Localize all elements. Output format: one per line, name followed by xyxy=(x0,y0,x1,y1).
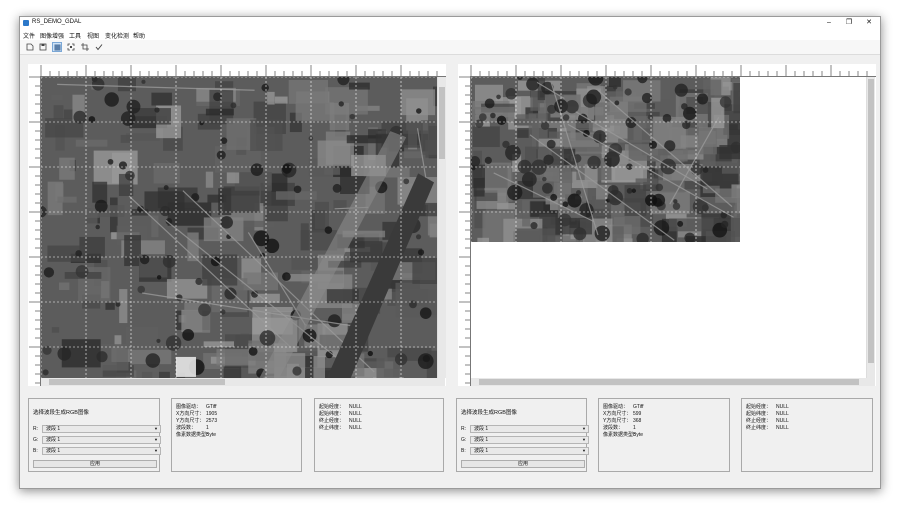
right-apply-button[interactable]: 应用 xyxy=(461,460,585,468)
app-window: RS_DEMO_GDAL – ❐ ✕ 文件 图像增强 工具 视图 变化检测 帮助 xyxy=(19,16,881,489)
maximize-icon[interactable]: ❐ xyxy=(840,18,858,28)
blue-label: B: xyxy=(461,448,466,454)
right-blue-band-select[interactable]: 波段 1 ▼ xyxy=(470,447,589,455)
window-title: RS_DEMO_GDAL xyxy=(32,19,82,25)
info-row: X方向尺寸： 599 xyxy=(603,411,642,417)
left-vertical-scrollbar[interactable] xyxy=(437,77,446,378)
left-rgb-panel: 选择波段生成RGB图像 R: 波段 1 ▼ G: 波段 1 ▼ B: 波段 1 ▼ 应… xyxy=(28,398,161,472)
right-red-band-select[interactable]: 波段 1 ▼ xyxy=(470,425,589,433)
app-icon xyxy=(23,20,29,26)
menu-view[interactable]: 视图 xyxy=(87,31,99,40)
chevron-down-icon: ▼ xyxy=(154,448,158,453)
right-vscroll-thumb[interactable] xyxy=(868,79,874,363)
minimize-icon[interactable]: – xyxy=(820,18,838,28)
right-top-ruler xyxy=(458,64,876,77)
coord-row: 终止经度： NULL xyxy=(746,418,789,424)
left-blue-row: B: 波段 1 ▼ xyxy=(33,447,161,455)
chevron-down-icon: ▼ xyxy=(154,426,158,431)
title-bar: RS_DEMO_GDAL – ❐ ✕ xyxy=(20,17,880,30)
info-row: 图像驱动： GTiff xyxy=(176,404,217,410)
green-label: G: xyxy=(461,437,467,443)
right-side-ruler xyxy=(458,76,471,386)
chevron-down-icon: ▼ xyxy=(582,448,586,453)
right-green-row: G: 波段 1 ▼ xyxy=(461,436,589,444)
left-side-ruler xyxy=(28,76,41,386)
right-red-row: R: 波段 1 ▼ xyxy=(461,425,589,433)
left-satellite-image xyxy=(41,77,438,378)
check-icon[interactable] xyxy=(94,42,104,52)
left-red-band-select[interactable]: 波段 1 ▼ xyxy=(42,425,161,433)
right-horizontal-scrollbar[interactable] xyxy=(471,378,875,386)
coord-row: 起始经度： NULL xyxy=(746,404,789,410)
info-row: X方向尺寸： 1905 xyxy=(176,411,218,417)
right-hscroll-thumb[interactable] xyxy=(479,379,859,385)
open-file-icon[interactable] xyxy=(25,42,35,52)
menu-help[interactable]: 帮助 xyxy=(133,31,145,40)
red-label: R: xyxy=(461,426,466,432)
coord-row: 终止经度： NULL xyxy=(319,418,362,424)
toolbar xyxy=(20,40,880,55)
left-rgb-title: 选择波段生成RGB图像 xyxy=(33,410,89,416)
left-green-row: G: 波段 1 ▼ xyxy=(33,436,161,444)
left-vscroll-thumb[interactable] xyxy=(439,87,445,159)
crop-icon[interactable] xyxy=(80,42,90,52)
menu-bar: 文件 图像增强 工具 视图 变化检测 帮助 xyxy=(20,30,880,40)
right-info-panel: 图像驱动： GTiff X方向尺寸： 599 Y方向尺寸： 368 波段数： 1 像素数… xyxy=(598,398,730,472)
right-vertical-scrollbar[interactable] xyxy=(866,77,875,378)
close-icon[interactable]: ✕ xyxy=(860,18,878,28)
blue-label: B: xyxy=(33,448,38,454)
grid-view-icon[interactable] xyxy=(52,42,62,52)
info-row: 图像驱动： GTiff xyxy=(603,404,644,410)
right-blue-row: B: 波段 1 ▼ xyxy=(461,447,589,455)
left-green-band-select[interactable]: 波段 1 ▼ xyxy=(42,436,161,444)
right-rgb-panel: 选择波段生成RGB图像 R: 波段 1 ▼ G: 波段 1 ▼ B: 波段 1 ▼ 应… xyxy=(456,398,589,472)
menu-image-enhance[interactable]: 图像增强 xyxy=(40,31,64,40)
save-icon[interactable] xyxy=(38,42,48,52)
left-image-view[interactable] xyxy=(28,64,446,386)
info-row: Y方向尺寸： 368 xyxy=(603,418,642,424)
info-row: 像素数据类型：Byte xyxy=(176,432,217,438)
right-green-band-select[interactable]: 波段 1 ▼ xyxy=(470,436,589,444)
coord-row: 起始纬度： NULL xyxy=(746,411,789,417)
right-coord-panel: 起始经度： NULL 起始纬度： NULL 终止经度： NULL 终止纬度： NULL xyxy=(741,398,873,472)
menu-file[interactable]: 文件 xyxy=(23,31,35,40)
right-satellite-image xyxy=(471,77,740,242)
info-row: 波段数： 1 xyxy=(603,425,636,431)
left-blue-band-select[interactable]: 波段 1 ▼ xyxy=(42,447,161,455)
info-row: 波段数： 1 xyxy=(176,425,209,431)
info-row: Y方向尺寸： 2573 xyxy=(176,418,218,424)
left-info-panel: 图像驱动： GTiff X方向尺寸： 1905 Y方向尺寸： 2573 波段数： 1 像… xyxy=(171,398,302,472)
coord-row: 起始纬度： NULL xyxy=(319,411,362,417)
right-rgb-title: 选择波段生成RGB图像 xyxy=(461,410,517,416)
right-image-view[interactable] xyxy=(458,64,876,386)
menu-tools[interactable]: 工具 xyxy=(69,31,81,40)
left-apply-button[interactable]: 应用 xyxy=(33,460,157,468)
chevron-down-icon: ▼ xyxy=(154,437,158,442)
coord-row: 起始经度： NULL xyxy=(319,404,362,410)
zoom-fit-icon[interactable] xyxy=(66,42,76,52)
chevron-down-icon: ▼ xyxy=(582,426,586,431)
green-label: G: xyxy=(33,437,39,443)
left-red-row: R: 波段 1 ▼ xyxy=(33,425,161,433)
left-top-ruler xyxy=(28,64,446,77)
info-row: 像素数据类型：Byte xyxy=(603,432,644,438)
menu-change-detection[interactable]: 变化检测 xyxy=(105,31,129,40)
left-horizontal-scrollbar[interactable] xyxy=(41,378,445,386)
left-coord-panel: 起始经度： NULL 起始纬度： NULL 终止经度： NULL 终止纬度： NULL xyxy=(314,398,444,472)
coord-row: 终止纬度： NULL xyxy=(746,425,789,431)
red-label: R: xyxy=(33,426,38,432)
left-hscroll-thumb[interactable] xyxy=(49,379,225,385)
chevron-down-icon: ▼ xyxy=(582,437,586,442)
coord-row: 终止纬度： NULL xyxy=(319,425,362,431)
